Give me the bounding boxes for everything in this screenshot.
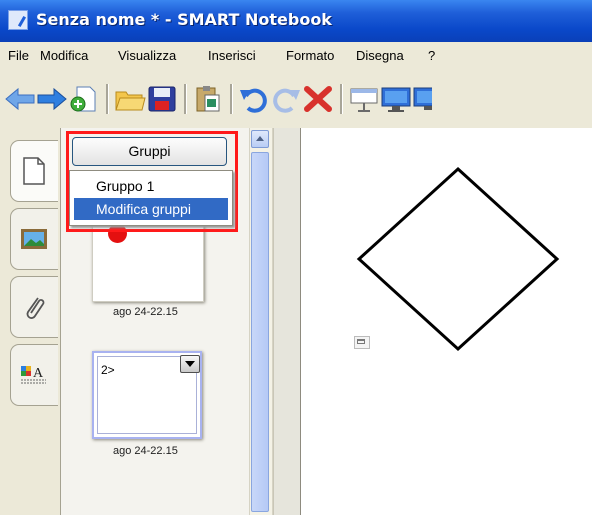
tab-properties[interactable]: A (10, 344, 58, 406)
diamond-shape[interactable] (356, 166, 560, 352)
menu-visualizza[interactable]: Visualizza (118, 48, 176, 63)
scroll-up-button[interactable] (251, 130, 269, 148)
menu-inserisci[interactable]: Inserisci (208, 48, 256, 63)
delete-icon[interactable] (302, 84, 334, 114)
screen-shade-icon[interactable] (348, 84, 380, 114)
toolbar (0, 70, 592, 128)
attachments-icon (26, 297, 45, 319)
group-item-gruppo-1[interactable]: Gruppo 1 (74, 175, 228, 197)
toolbar-separator (184, 84, 187, 114)
toolbar-separator (106, 84, 109, 114)
menu-disegna[interactable]: Disegna (356, 48, 404, 63)
page-sorter-icon (23, 157, 45, 185)
add-page-icon[interactable] (68, 84, 100, 114)
forward-arrow-icon[interactable] (36, 84, 68, 114)
scroll-thumb[interactable] (251, 152, 269, 512)
open-folder-icon[interactable] (114, 84, 146, 114)
object-menu-icon[interactable] (354, 336, 370, 349)
page-caption-1: ago 24-22.15 (113, 306, 178, 318)
toolbar-separator (230, 84, 233, 114)
paste-icon[interactable] (192, 84, 224, 114)
title-bar: Senza nome * - SMART Notebook (0, 0, 592, 42)
menu-modifica[interactable]: Modifica (40, 48, 88, 63)
window-title: Senza nome * - SMART Notebook (36, 10, 332, 29)
sorter-scrollbar[interactable] (249, 128, 273, 515)
menu-formato[interactable]: Formato (286, 48, 334, 63)
svg-text:A: A (33, 366, 44, 381)
page-number-2: 2> (101, 363, 115, 377)
redo-icon[interactable] (270, 84, 302, 114)
tab-page-sorter[interactable] (10, 140, 58, 202)
menu-bar: File Modifica Visualizza Inserisci Forma… (0, 42, 592, 70)
back-arrow-icon[interactable] (4, 84, 36, 114)
display-icon[interactable] (380, 84, 412, 114)
toolbar-separator (340, 84, 343, 114)
page-menu-arrow-icon[interactable] (180, 355, 200, 373)
save-icon[interactable] (146, 84, 178, 114)
app-icon (8, 10, 28, 30)
tab-attachments[interactable] (10, 276, 58, 338)
gallery-icon (21, 229, 47, 249)
panel-gutter (273, 128, 300, 515)
tab-gallery[interactable] (10, 208, 58, 270)
display-icon-2[interactable] (412, 84, 432, 114)
groups-button[interactable]: Gruppi (72, 137, 227, 166)
page-caption-2: ago 24-22.15 (113, 445, 178, 457)
groups-dropdown: Gruppo 1 Modifica gruppi (69, 170, 233, 226)
properties-icon: A (21, 366, 46, 384)
menu-help[interactable]: ? (428, 48, 435, 63)
undo-icon[interactable] (238, 84, 270, 114)
group-item-modifica-gruppi[interactable]: Modifica gruppi (74, 198, 228, 220)
menu-file[interactable]: File (8, 48, 29, 63)
